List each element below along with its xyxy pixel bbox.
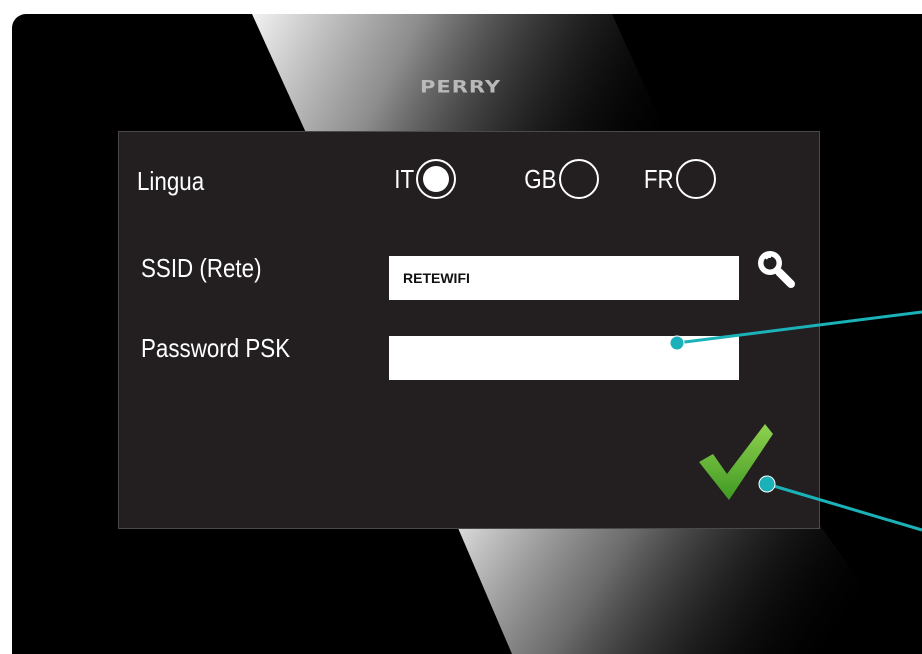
thermostat-device: PERRY Lingua IT GB FR SSID (Rete) Passwo…	[12, 14, 922, 654]
password-label: Password PSK	[141, 333, 291, 363]
search-networks-button[interactable]	[751, 245, 799, 293]
confirm-button[interactable]	[695, 418, 779, 502]
radio-it-icon[interactable]	[416, 159, 457, 199]
language-option-it[interactable]: IT	[391, 154, 457, 204]
radio-fr-icon[interactable]	[675, 159, 716, 199]
checkmark-icon	[699, 424, 773, 500]
language-label: Lingua	[137, 166, 205, 196]
brand-logo: PERRY	[420, 77, 502, 97]
wifi-settings-panel: Lingua IT GB FR SSID (Rete) Password PSK	[118, 131, 820, 529]
language-code-fr: FR	[643, 163, 674, 194]
radio-gb-icon[interactable]	[558, 159, 599, 199]
ssid-input[interactable]	[389, 256, 739, 300]
language-code-it: IT	[394, 163, 415, 194]
language-option-fr[interactable]: FR	[639, 154, 716, 204]
ssid-label: SSID (Rete)	[141, 253, 262, 283]
language-code-gb: GB	[524, 163, 557, 194]
magnifier-icon	[758, 251, 795, 288]
language-option-gb[interactable]: GB	[519, 154, 599, 204]
password-input[interactable]	[389, 336, 739, 380]
